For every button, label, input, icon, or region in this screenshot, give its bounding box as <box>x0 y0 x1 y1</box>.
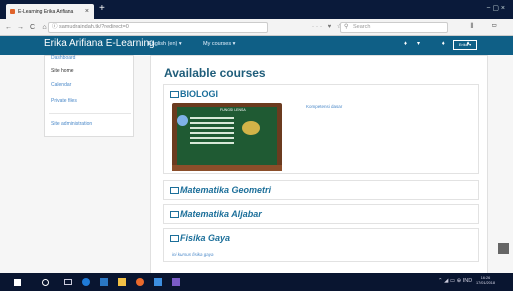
os-taskbar: ⌃ ◢ ▭ ⊕ IND 16:26 17/01/2018 <box>0 273 513 291</box>
forward-button[interactable]: → <box>17 24 24 31</box>
board-line <box>190 142 234 144</box>
file-explorer-icon[interactable] <box>118 278 126 286</box>
browser-navbar: ← → C ⌂ ⓘ samudraindah.tk/?redirect=0 ··… <box>0 19 513 36</box>
moodle-favicon-icon <box>10 9 15 14</box>
browser-tabbar: E-Learning Erika Arifiana × + − ▢ × <box>0 0 513 19</box>
nav-item-site-home[interactable]: Site home <box>51 68 74 74</box>
course-title[interactable]: Matematika Aljabar <box>170 209 262 219</box>
search-icon[interactable] <box>42 279 49 286</box>
nav-item-site-administration[interactable]: Site administration <box>51 121 92 127</box>
reload-button[interactable]: C <box>29 24 36 31</box>
course-card-fisika-gaya: Fisika Gaya ini kursus fisika gaya <box>163 228 479 262</box>
board-heading: FUNGSI LENSA <box>220 108 246 112</box>
search-placeholder: Search <box>353 24 371 30</box>
back-button[interactable]: ← <box>5 24 12 31</box>
url-text: samudraindah.tk/?redirect=0 <box>59 24 129 30</box>
course-icon <box>170 187 179 194</box>
board-frame <box>172 165 282 171</box>
course-summary-link[interactable]: Kompetensi dasar <box>306 104 342 109</box>
magnifier-icon <box>242 121 260 135</box>
search-icon: ⚲ <box>344 24 349 30</box>
clock-date: 17/01/2018 <box>476 281 496 285</box>
course-title[interactable]: Fisika Gaya <box>170 233 230 243</box>
tab-close-icon[interactable]: × <box>85 8 89 15</box>
edge-icon[interactable] <box>82 278 90 286</box>
main-content: Available courses BIOLOGI FUNGSI LENSA K… <box>150 55 488 283</box>
nav-item-private-files[interactable]: Private files <box>51 98 77 104</box>
language-menu[interactable]: English (en) ▾ <box>148 41 182 47</box>
page-title: Available courses <box>164 66 266 80</box>
course-name: Matematika Aljabar <box>180 209 262 219</box>
navigation-block: Dashboard Site home Calendar Private fil… <box>44 55 134 137</box>
clock[interactable]: 16:26 17/01/2018 <box>476 276 495 286</box>
globe-icon <box>177 115 188 126</box>
board-line <box>190 132 234 134</box>
site-header: Erika Arifiana E-Learning English (en) ▾… <box>0 36 513 55</box>
mail-icon[interactable] <box>154 278 162 286</box>
nav-item-dashboard[interactable]: Dashboard <box>51 55 75 61</box>
site-name[interactable]: Erika Arifiana E-Learning <box>44 38 155 49</box>
my-courses-menu[interactable]: My courses ▾ <box>203 41 235 47</box>
task-view-icon[interactable] <box>64 279 72 285</box>
window-controls[interactable]: − ▢ × <box>486 4 505 12</box>
back-to-top-button[interactable] <box>498 243 509 254</box>
course-title[interactable]: Matematika Geometri <box>170 185 271 195</box>
course-name: BIOLOGI <box>180 89 218 99</box>
tab-title: E-Learning Erika Arifiana <box>18 8 74 15</box>
board-line <box>190 127 234 129</box>
course-card-aljabar: Matematika Aljabar <box>163 204 479 224</box>
user-menu[interactable]: Erika ▾ <box>453 40 477 50</box>
course-name: Matematika Geometri <box>180 185 272 195</box>
store-icon[interactable] <box>100 278 108 286</box>
url-bar[interactable]: ⓘ samudraindah.tk/?redirect=0 <box>48 22 268 33</box>
course-card-biologi: BIOLOGI FUNGSI LENSA Kompetensi dasar <box>163 84 479 174</box>
browser-toolbar-icons[interactable]: ⫴ ▭ <box>471 23 506 31</box>
search-input[interactable]: ⚲ Search <box>340 22 448 33</box>
course-title[interactable]: BIOLOGI <box>170 89 218 99</box>
firefox-icon[interactable] <box>136 278 144 286</box>
course-image: FUNGSI LENSA <box>172 103 282 171</box>
new-tab-button[interactable]: + <box>99 4 105 14</box>
site-info-icon[interactable]: ⓘ <box>52 23 58 32</box>
board-line <box>190 117 234 119</box>
course-icon <box>170 235 179 242</box>
system-tray[interactable]: ⌃ ◢ ▭ ⊕ IND <box>438 278 472 284</box>
course-description: ini kursus fisika gaya <box>172 252 214 257</box>
app-icon[interactable] <box>172 278 180 286</box>
course-icon <box>170 211 179 218</box>
course-icon <box>170 91 179 98</box>
chalkboard <box>177 107 277 165</box>
home-button[interactable]: ⌂ <box>41 24 48 31</box>
course-card-geometri: Matematika Geometri <box>163 180 479 200</box>
nav-item-calendar[interactable]: Calendar <box>51 82 71 88</box>
course-name: Fisika Gaya <box>180 233 231 243</box>
board-line <box>190 122 234 124</box>
browser-tab[interactable]: E-Learning Erika Arifiana × <box>6 4 94 19</box>
nav-divider <box>49 113 131 114</box>
start-icon[interactable] <box>14 279 21 286</box>
board-line <box>190 137 234 139</box>
